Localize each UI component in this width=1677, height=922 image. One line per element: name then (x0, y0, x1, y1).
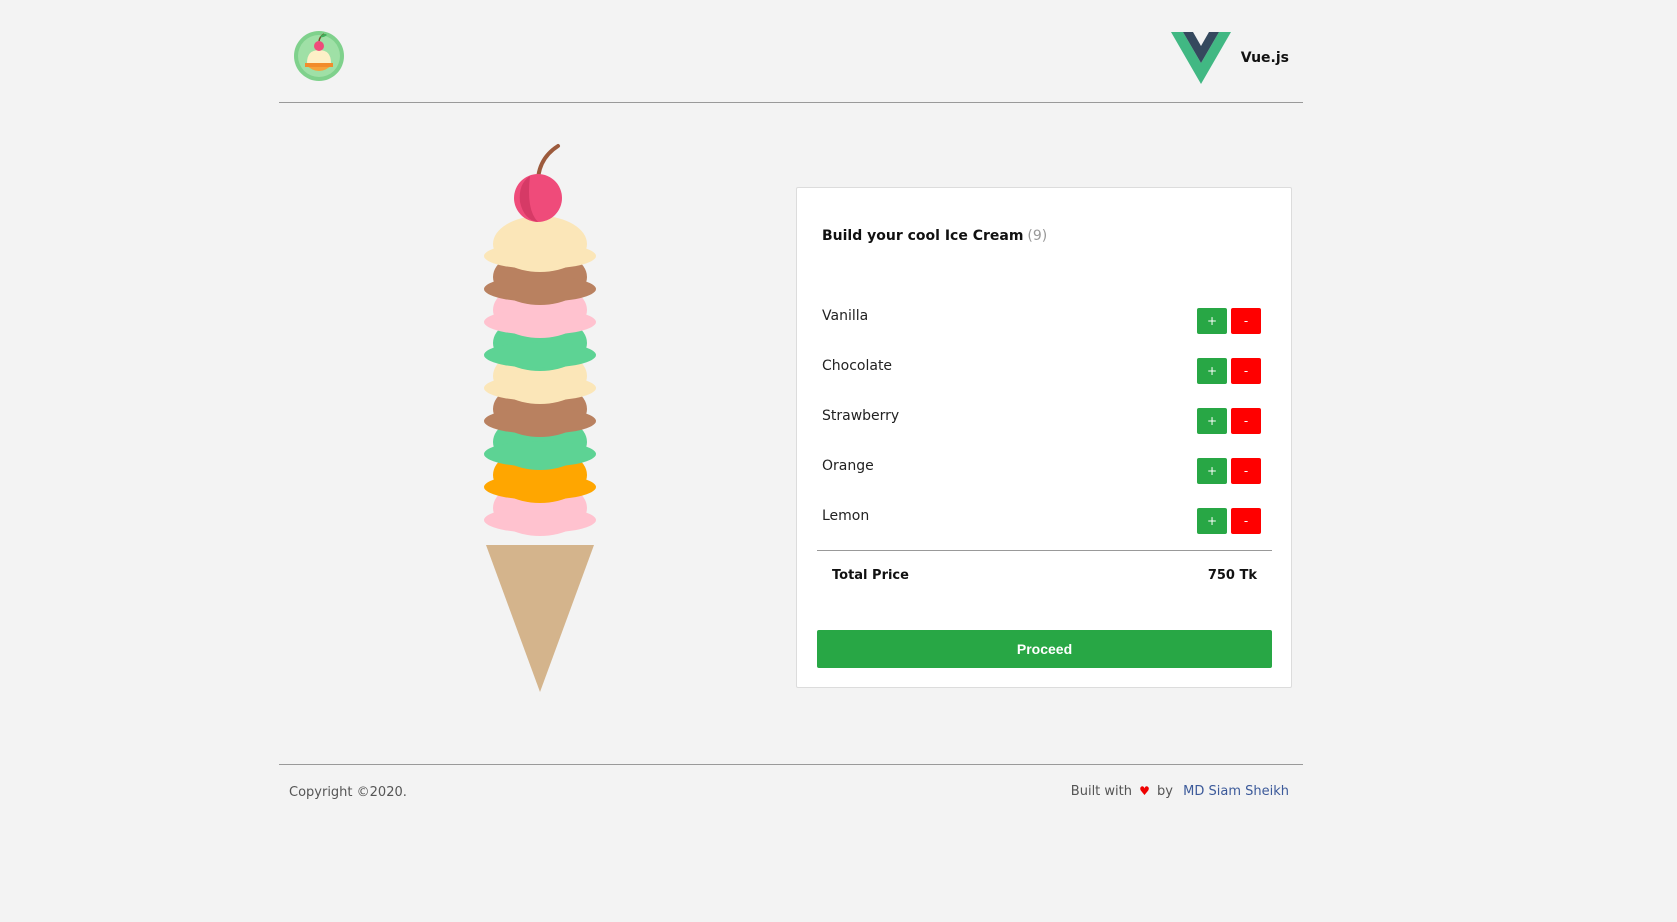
remove-vanilla-button[interactable]: - (1231, 308, 1261, 334)
vue-logo-icon (1170, 32, 1231, 84)
total-price-label: Total Price (832, 568, 909, 583)
ice-cream-scoop (484, 216, 596, 272)
flavor-name: Vanilla (822, 308, 869, 324)
copyright-text: Copyright ©2020. (289, 785, 407, 800)
ice-cream-cone-illustration (470, 140, 610, 700)
flavor-row-vanilla: Vanilla + - (822, 306, 1262, 334)
add-chocolate-button[interactable]: + (1197, 358, 1227, 384)
remove-strawberry-button[interactable]: - (1231, 408, 1261, 434)
add-vanilla-button[interactable]: + (1197, 308, 1227, 334)
heart-icon: ♥ (1139, 784, 1150, 798)
ice-cream-builder-card: Build your cool Ice Cream (9) Vanilla + -… (796, 187, 1292, 688)
remove-lemon-button[interactable]: - (1231, 508, 1261, 534)
header: Vue.js (279, 0, 1303, 103)
flavor-row-strawberry: Strawberry + - (822, 406, 1262, 434)
add-strawberry-button[interactable]: + (1197, 408, 1227, 434)
author-link[interactable]: MD Siam Sheikh (1183, 784, 1289, 799)
ice-cream-logo-icon[interactable] (293, 30, 345, 82)
add-orange-button[interactable]: + (1197, 458, 1227, 484)
flavor-name: Strawberry (822, 408, 900, 424)
total-price-value: 750 Tk (1207, 568, 1257, 583)
brand-label: Vue.js (1240, 50, 1289, 66)
total-divider (817, 550, 1272, 551)
flavor-row-lemon: Lemon + - (822, 506, 1262, 534)
proceed-button[interactable]: Proceed (817, 630, 1272, 668)
page: Vue.js Build your cool Ice Cream (9) Vani… (0, 0, 1677, 922)
flavor-row-orange: Orange + - (822, 456, 1262, 484)
credits: Built with ♥ by MD Siam Sheikh (1071, 784, 1289, 799)
by-text: by (1157, 784, 1173, 799)
scoop-count: (9) (1027, 228, 1048, 244)
footer: Copyright ©2020. Built with ♥ by MD Siam… (279, 764, 1303, 815)
builder-title-text: Build your cool Ice Cream (822, 228, 1024, 244)
remove-orange-button[interactable]: - (1231, 458, 1261, 484)
builder-title: Build your cool Ice Cream (9) (822, 228, 1047, 244)
flavor-row-chocolate: Chocolate + - (822, 356, 1262, 384)
flavor-name: Orange (822, 458, 874, 474)
remove-chocolate-button[interactable]: - (1231, 358, 1261, 384)
add-lemon-button[interactable]: + (1197, 508, 1227, 534)
built-with-text: Built with (1070, 784, 1132, 799)
flavor-name: Lemon (822, 508, 870, 524)
vue-brand[interactable]: Vue.js (1170, 32, 1289, 84)
flavor-name: Chocolate (822, 358, 893, 374)
